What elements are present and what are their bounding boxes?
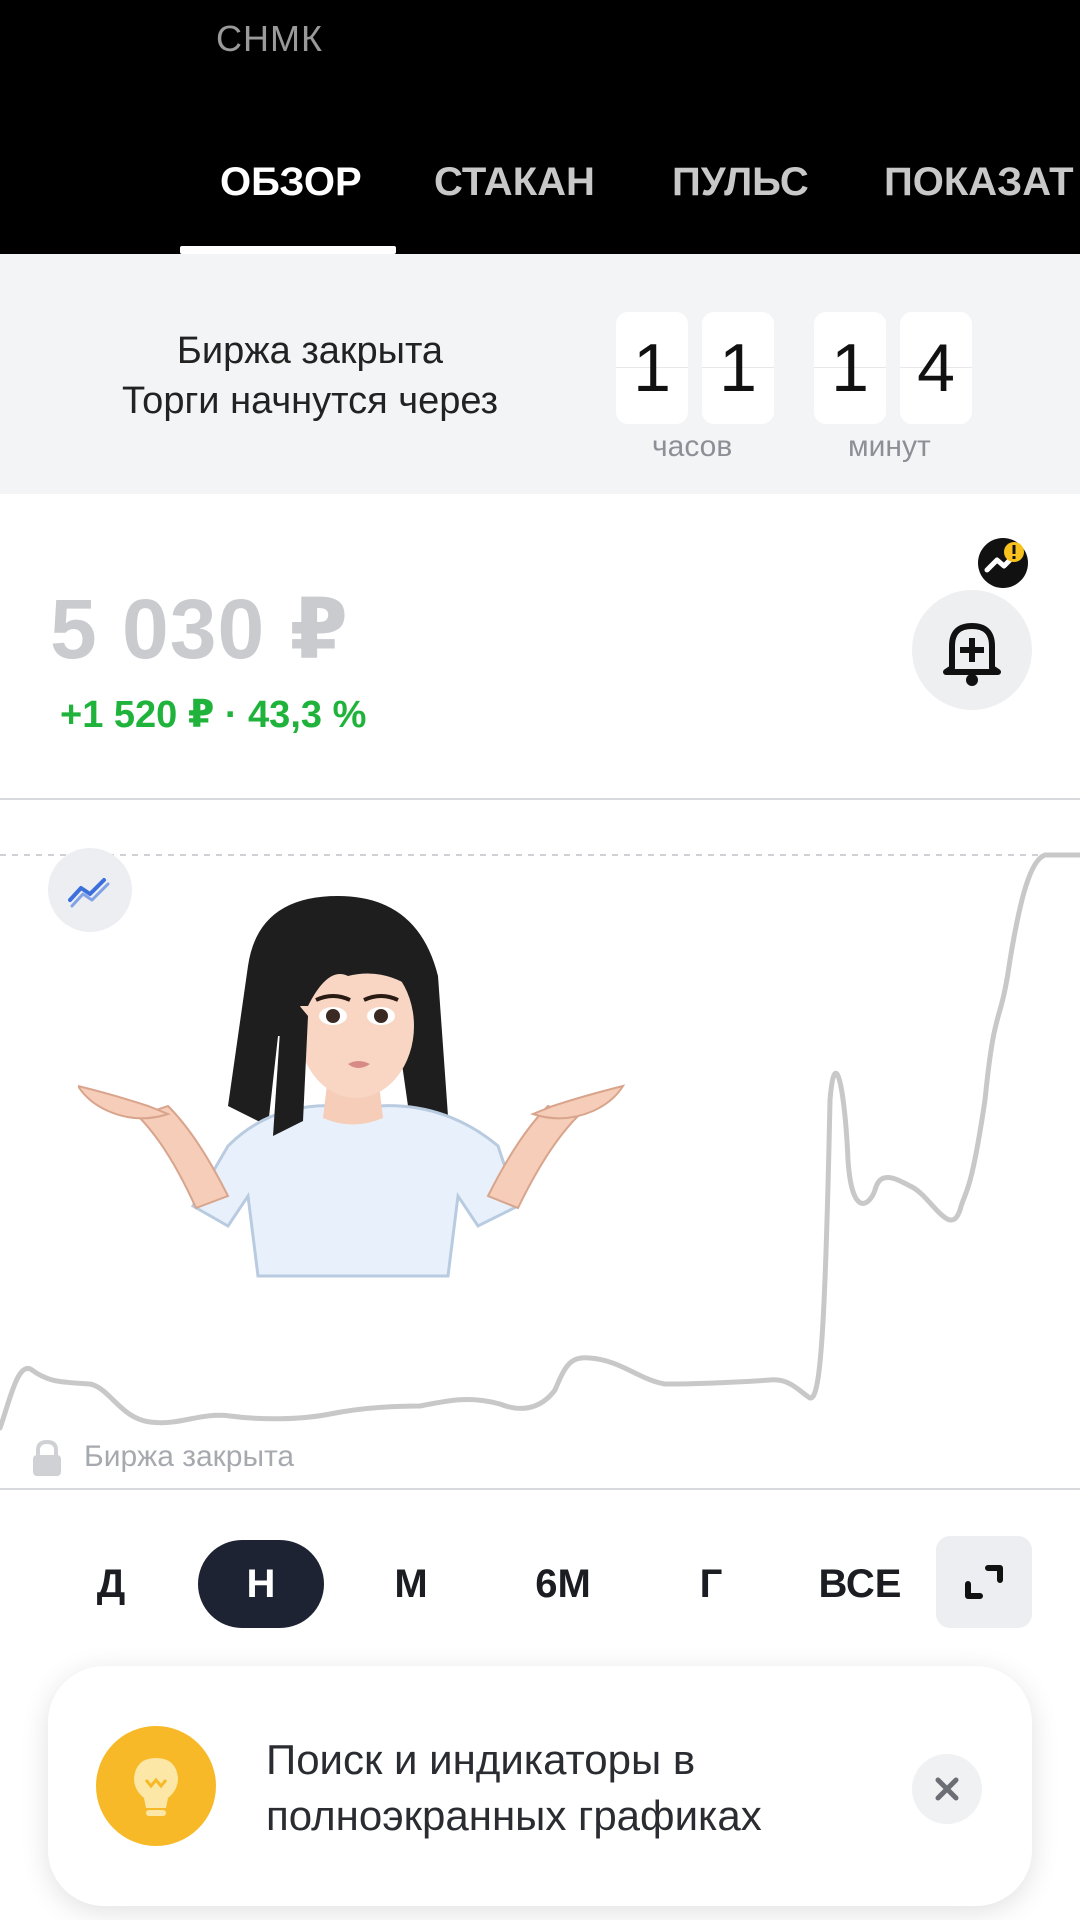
top-header: СНМК ОБЗОР СТАКАН ПУЛЬС ПОКАЗАТ [0, 0, 1080, 254]
period-all[interactable]: ВСЕ [800, 1540, 920, 1628]
exchange-closed-label: Биржа закрыта [176, 330, 444, 372]
chart-alert-icon [984, 542, 1024, 573]
active-tab-indicator [180, 246, 396, 254]
ticker-symbol: СНМК [216, 18, 323, 59]
price-change: +1 520 ₽ · 43,3 % [60, 694, 367, 736]
fullscreen-button[interactable] [936, 1536, 1032, 1628]
exchange-status-panel: Биржа закрыта Торги начнутся через 1 1 1… [0, 254, 1080, 494]
minutes-label: минут [848, 430, 931, 463]
period-selector: Д Н М 6М Г ВСЕ [0, 1536, 1080, 1632]
tab-overview[interactable]: ОБЗОР [220, 160, 362, 205]
minutes-digit: 1 [814, 312, 886, 424]
hours-label: часов [652, 430, 733, 463]
minutes-digit: 4 [900, 312, 972, 424]
expand-icon [965, 1565, 1003, 1599]
tip-icon-circle [96, 1726, 216, 1846]
current-price: 5 030 ₽ [50, 582, 349, 676]
close-icon [935, 1777, 959, 1801]
tab-order-book[interactable]: СТАКАН [434, 160, 595, 205]
lock-icon [33, 1439, 61, 1476]
hours-digit: 1 [616, 312, 688, 424]
tab-indicators[interactable]: ПОКАЗАТ [884, 160, 1074, 205]
trading-starts-label: Торги начнутся через [121, 380, 499, 422]
tab-pulse[interactable]: ПУЛЬС [672, 160, 809, 205]
period-year[interactable]: Г [666, 1540, 756, 1628]
tip-card[interactable]: Поиск и индикаторы в полноэкранных графи… [48, 1666, 1032, 1906]
period-day[interactable]: Д [66, 1540, 156, 1628]
lightbulb-icon [134, 1758, 178, 1816]
price-alert-badge [978, 538, 1028, 588]
period-month[interactable]: М [366, 1540, 456, 1628]
close-tip-button[interactable] [912, 1754, 982, 1824]
add-alert-button[interactable] [912, 590, 1032, 710]
exchange-status-text: Биржа закрыта Торги начнутся через [60, 326, 560, 426]
screen: СНМК ОБЗОР СТАКАН ПУЛЬС ПОКАЗАТ Биржа за… [0, 0, 1080, 1920]
bell-plus-icon [943, 623, 1001, 686]
chart-status-label: Биржа закрыта [84, 1440, 295, 1473]
period-week[interactable]: Н [198, 1540, 324, 1628]
hours-digit: 1 [702, 312, 774, 424]
divider [0, 1488, 1080, 1490]
shrug-sticker-image [78, 896, 626, 1278]
tab-bar: ОБЗОР СТАКАН ПУЛЬС ПОКАЗАТ [0, 150, 1080, 254]
tip-text: Поиск и индикаторы в полноэкранных графи… [266, 1736, 762, 1839]
period-6-months[interactable]: 6М [508, 1540, 618, 1628]
